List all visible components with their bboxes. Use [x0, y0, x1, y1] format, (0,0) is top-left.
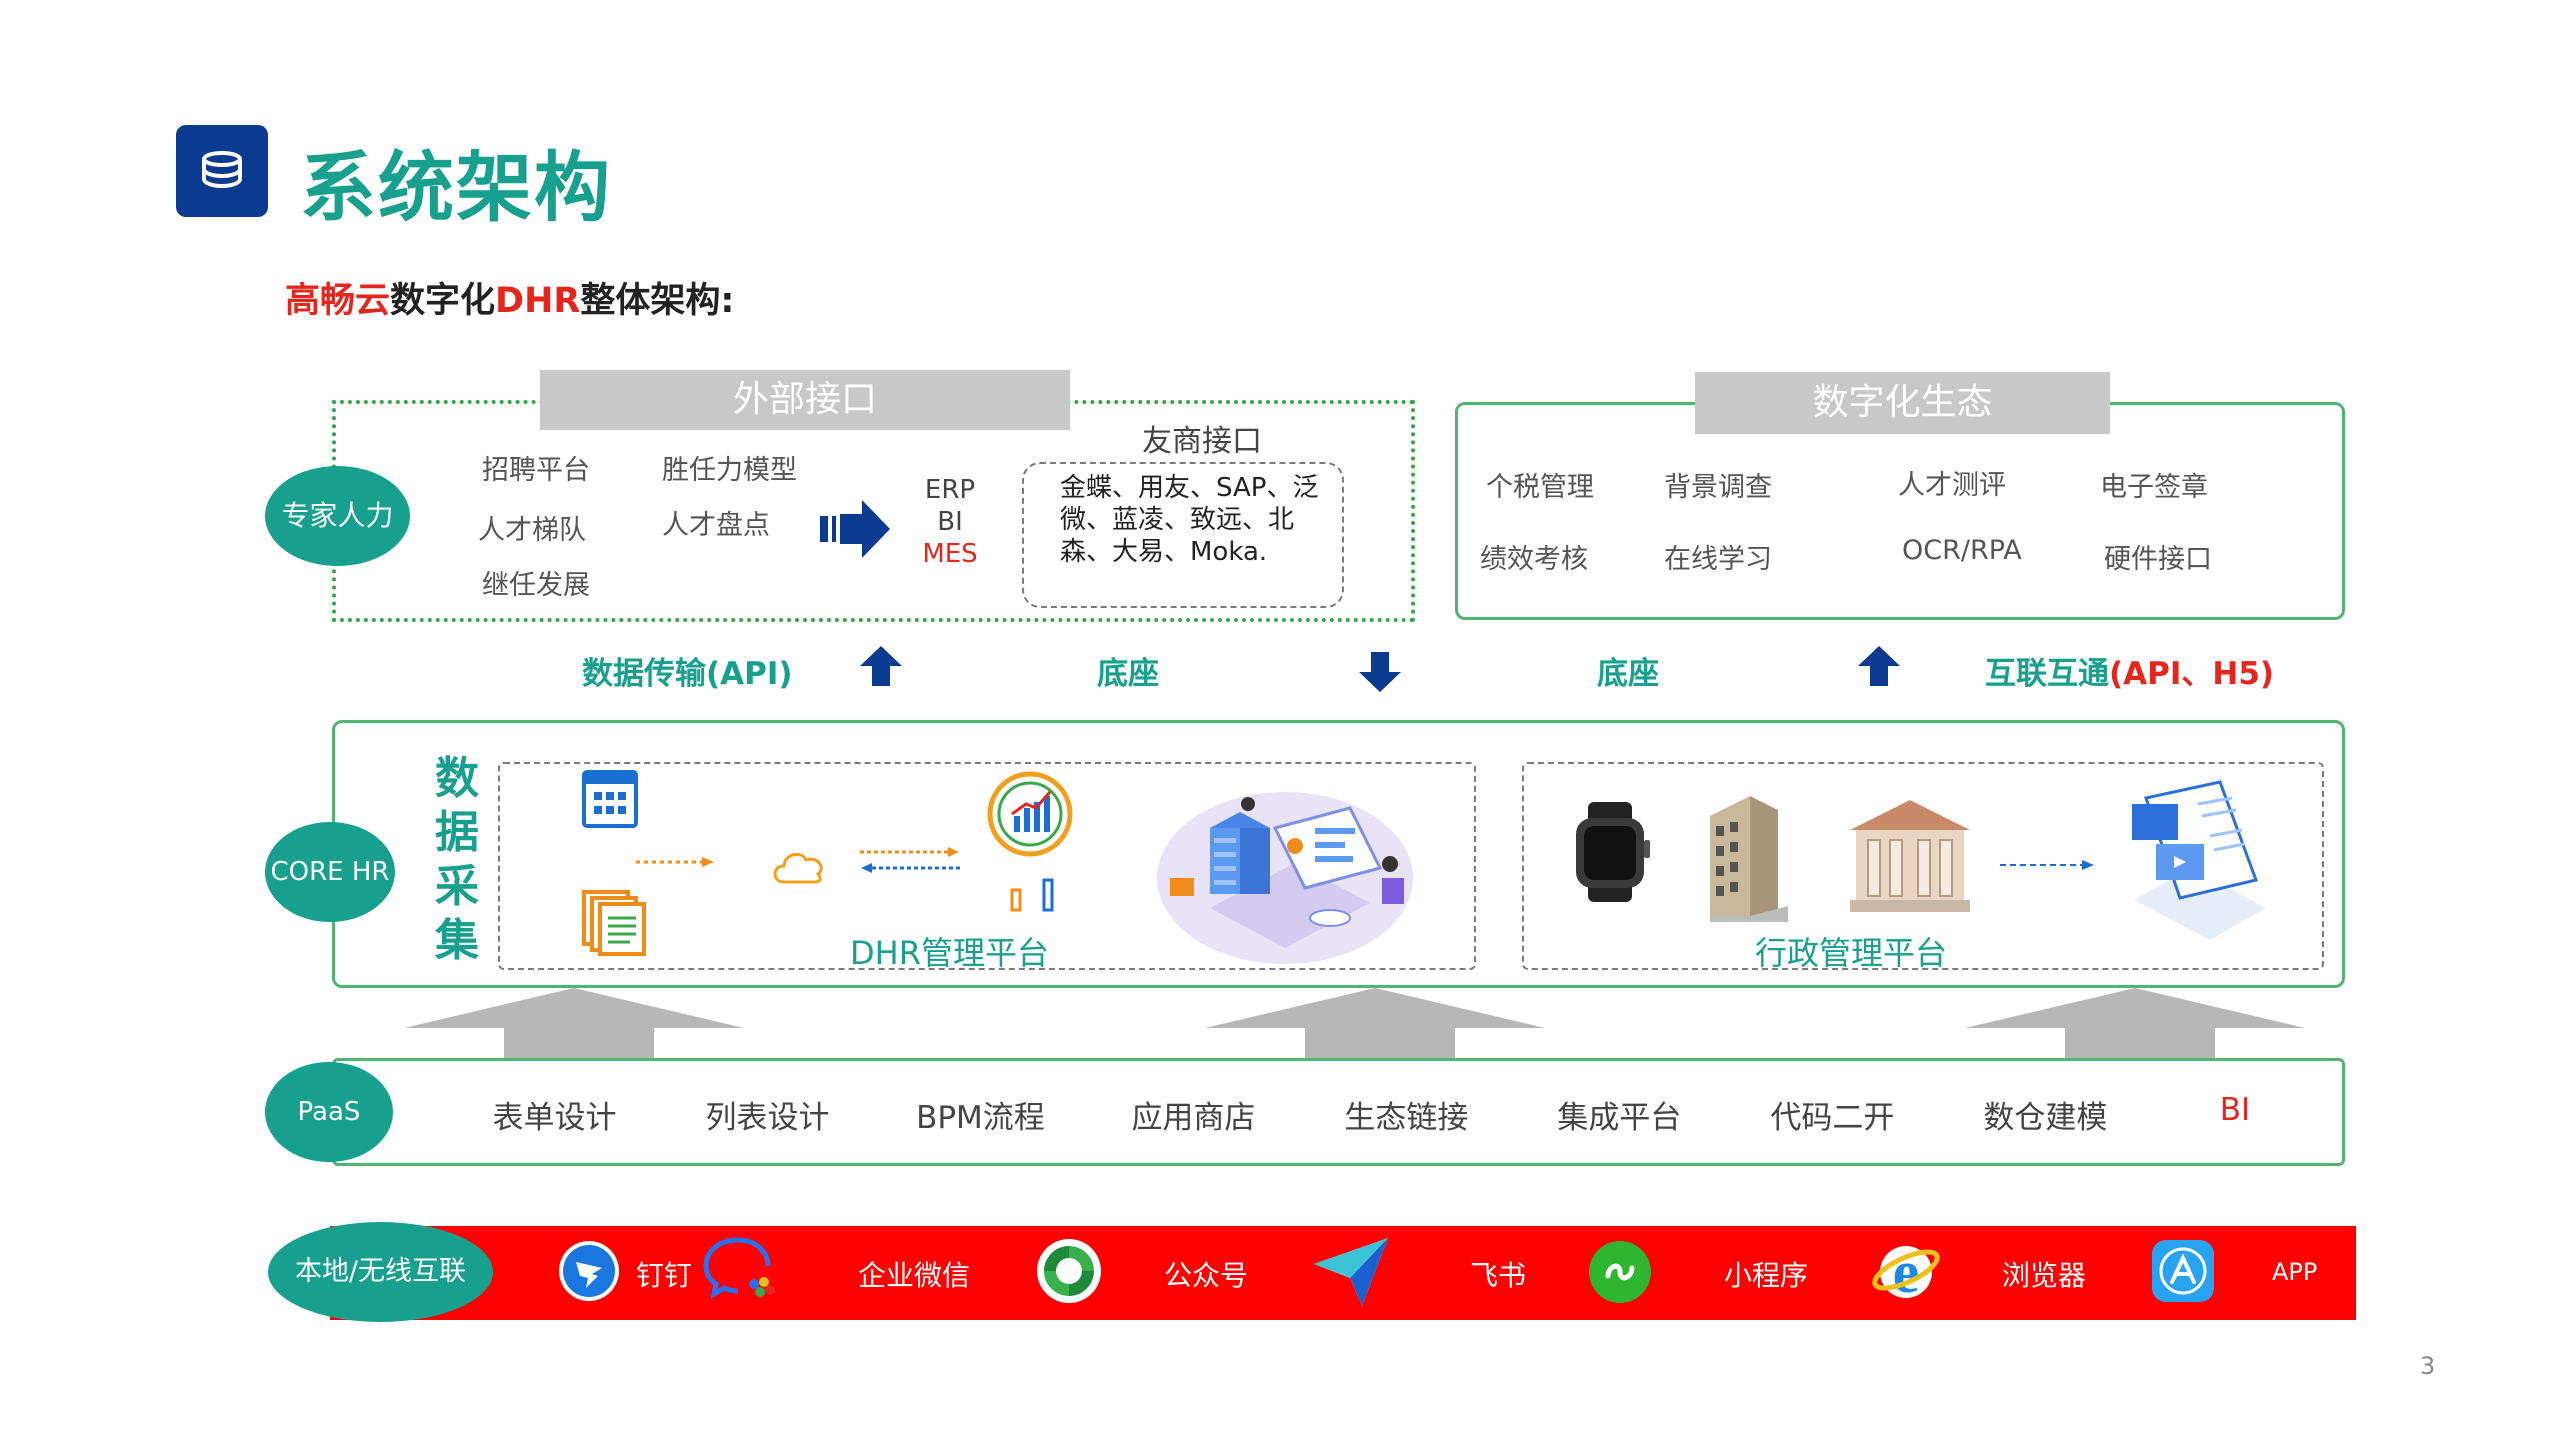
large-up-arrow-icon — [1965, 988, 2305, 1060]
paas-item-app-store: 应用商店 — [1131, 1100, 1256, 1136]
interop-api-text: (API、H5) — [2109, 656, 2275, 692]
system-mes: MES — [922, 539, 978, 569]
bar-chart-icon — [1010, 878, 1054, 912]
subtitle-overall: 整体架构: — [580, 281, 735, 321]
mini-program-icon — [1589, 1241, 1651, 1303]
channel-official-account: 公众号 — [1164, 1259, 1249, 1292]
channel-wecom: 企业微信 — [858, 1259, 971, 1292]
up-arrow-icon — [860, 646, 902, 686]
calendar-icon — [582, 770, 638, 828]
smartwatch-icon — [1576, 802, 1650, 902]
dotted-arrow-icon — [636, 857, 714, 867]
channel-dingtalk: 钉钉 — [636, 1259, 693, 1292]
subtitle-dhr: DHR — [495, 281, 581, 321]
up-arrow-icon — [1858, 646, 1900, 686]
dashed-arrow-icon — [2000, 860, 2094, 870]
eco-item-ocr: OCR/RPA — [1902, 535, 2022, 566]
large-up-arrow-icon — [404, 988, 744, 1060]
core-hr-oval: CORE HR — [265, 822, 395, 922]
partner-list: 金蝶、用友、SAP、泛微、蓝凌、致远、北森、大易、Moka. — [1060, 473, 1319, 567]
channel-feishu: 飞书 — [1470, 1259, 1527, 1292]
page-number: 3 — [2420, 1352, 2436, 1380]
eco-item-assessment: 人才测评 — [1898, 470, 2006, 501]
system-bi: BI — [937, 507, 963, 537]
data-collection-vertical: 数 据 采 集 — [432, 752, 482, 968]
eco-item-tax: 个税管理 — [1486, 472, 1594, 503]
vertical-char: 采 — [435, 861, 479, 912]
bank-building-icon — [1850, 800, 1970, 912]
ext-item-competency: 胜任力模型 — [662, 455, 797, 486]
eco-item-learning: 在线学习 — [1664, 544, 1772, 575]
database-logo-icon — [176, 125, 268, 217]
browser-icon: e — [1872, 1239, 1940, 1305]
eco-item-esign: 电子签章 — [2100, 472, 2208, 503]
connector-base-label-1: 底座 — [1097, 656, 1159, 692]
subtitle-brand: 高畅云 — [285, 281, 391, 321]
right-arrow-icon — [820, 500, 890, 558]
app-store-icon — [2152, 1240, 2214, 1302]
channel-mini-program: 小程序 — [1724, 1259, 1809, 1292]
paas-item-bpm: BPM流程 — [916, 1100, 1045, 1136]
paas-item-eco-link: 生态链接 — [1344, 1100, 1469, 1136]
eco-item-hardware: 硬件接口 — [2104, 544, 2212, 575]
page-subtitle: 高畅云数字化DHR整体架构: — [285, 272, 734, 323]
paas-items: 表单设计 列表设计 BPM流程 应用商店 生态链接 集成平台 代码二开 数仓建模… — [448, 1092, 2318, 1137]
admin-platform-label: 行政管理平台 — [1755, 934, 1948, 972]
analytics-chart-icon — [987, 771, 1073, 857]
paas-item-bi: BI — [2219, 1092, 2251, 1128]
cloud-icon — [773, 852, 823, 884]
large-up-arrow-icon — [1205, 988, 1545, 1060]
vertical-char: 集 — [435, 915, 479, 966]
vertical-char: 数 — [435, 753, 479, 804]
office-building-icon — [1710, 796, 1788, 922]
digital-dashboard-illustration-icon — [2132, 780, 2266, 940]
connector-base-label-2: 底座 — [1597, 656, 1659, 692]
dhr-platform-label: DHR管理平台 — [850, 934, 1049, 972]
channel-browser: 浏览器 — [2002, 1259, 2087, 1292]
paas-oval: PaaS — [265, 1062, 393, 1162]
partner-interface-title: 友商接口 — [1142, 424, 1262, 459]
paas-item-data-warehouse: 数仓建模 — [1983, 1100, 2108, 1136]
digital-ecosystem-label: 数字化生态 — [1695, 372, 2110, 434]
wecom-icon — [703, 1237, 775, 1300]
svg-text:e: e — [1893, 1239, 1920, 1305]
paas-item-list-design: 列表设计 — [705, 1100, 830, 1136]
interop-text: 互联互通 — [1985, 656, 2109, 692]
official-account-icon — [1037, 1239, 1101, 1303]
paas-item-integration: 集成平台 — [1557, 1100, 1682, 1136]
page-title: 系统架构 — [300, 143, 612, 232]
down-arrow-icon — [1359, 652, 1401, 692]
channels-oval: 本地/无线互联 — [268, 1222, 493, 1322]
system-erp: ERP — [924, 475, 976, 505]
dingtalk-icon — [559, 1241, 619, 1301]
external-interface-label: 外部接口 — [540, 370, 1070, 430]
ext-item-talent-pipeline: 人才梯队 — [478, 515, 586, 546]
connector-interop-label: 互联互通(API、H5) — [1985, 648, 2274, 693]
ext-item-succession: 继任发展 — [482, 570, 590, 601]
documents-icon — [582, 890, 646, 956]
vertical-char: 据 — [435, 807, 479, 858]
ext-item-talent-review: 人才盘点 — [662, 510, 770, 541]
eco-item-background: 背景调查 — [1664, 472, 1772, 503]
digital-ecosystem-box — [1455, 402, 2345, 620]
expert-hr-oval: 专家人力 — [265, 466, 410, 566]
ext-item-recruit: 招聘平台 — [482, 455, 590, 486]
subtitle-digital: 数字化 — [390, 281, 496, 321]
feishu-icon — [1314, 1238, 1388, 1306]
systems-list: ERP BI MES — [920, 474, 980, 570]
paas-item-form-design: 表单设计 — [492, 1100, 617, 1136]
data-platform-illustration-icon — [1157, 792, 1413, 964]
paas-item-custom-code: 代码二开 — [1770, 1100, 1895, 1136]
eco-item-performance: 绩效考核 — [1480, 544, 1588, 575]
channel-app: APP — [2272, 1258, 2318, 1286]
bidirectional-arrow-icon — [860, 847, 960, 873]
connector-api-label: 数据传输(API) — [582, 656, 793, 692]
